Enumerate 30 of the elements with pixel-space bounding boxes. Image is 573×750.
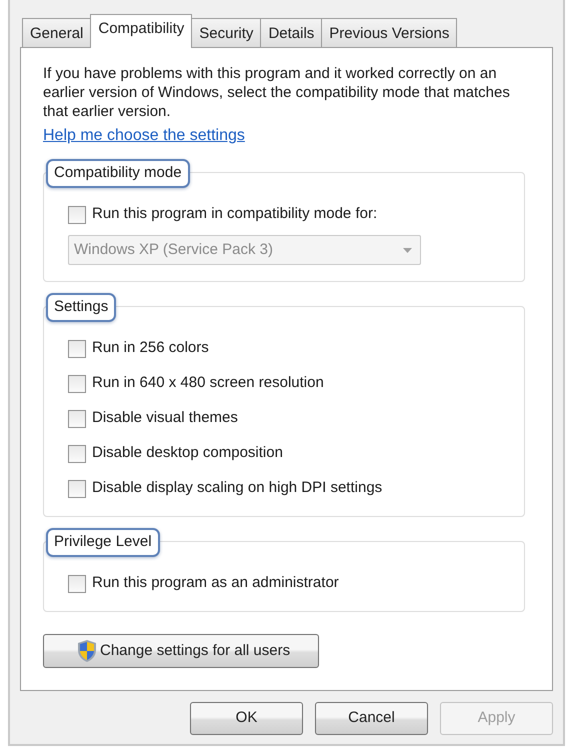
checkbox-label[interactable]: Disable visual themes <box>92 407 238 430</box>
change-settings-button[interactable]: Change settings for all users <box>43 634 319 668</box>
checkbox-label[interactable]: Run in 640 x 480 screen resolution <box>92 372 324 395</box>
dialog-button[interactable]: Cancel <box>315 702 428 735</box>
checkbox-label[interactable]: Disable desktop composition <box>92 442 283 465</box>
description-text: If you have problems with this program and it worked correctly on an earlier version of Windows, select the compatibility mode that matches that earlier version. <box>43 64 511 121</box>
dropdown-value: Windows XP (Service Pack 3) <box>74 240 273 260</box>
checkbox[interactable] <box>68 374 86 392</box>
checkbox[interactable] <box>68 410 86 428</box>
checkbox-label[interactable]: Disable display scaling on high DPI settings <box>92 477 382 500</box>
shield-icon <box>76 639 98 663</box>
group-title: Compatibility mode <box>46 159 190 188</box>
checkbox-label[interactable]: Run this program in compatibility mode for: <box>92 203 378 226</box>
checkbox[interactable] <box>68 206 86 224</box>
dropdown-arrow-icon <box>403 248 412 252</box>
checkbox[interactable] <box>68 340 86 358</box>
checkbox-label[interactable]: Run this program as an administrator <box>92 572 339 595</box>
group-title: Settings <box>46 293 116 322</box>
checkbox[interactable] <box>68 480 86 498</box>
tab[interactable]: Previous Versions <box>321 18 458 47</box>
checkbox[interactable] <box>68 574 86 592</box>
tab[interactable]: Details <box>260 18 322 47</box>
checkbox[interactable] <box>68 444 86 462</box>
checkbox-label[interactable]: Run in 256 colors <box>92 337 209 360</box>
tab[interactable]: General <box>22 18 92 47</box>
dialog-button[interactable]: OK <box>190 702 303 735</box>
help-link[interactable]: Help me choose the settings <box>43 124 245 148</box>
tab[interactable]: Security <box>191 18 262 47</box>
tab[interactable]: Compatibility <box>90 14 192 48</box>
group-title: Privilege Level <box>46 528 160 556</box>
